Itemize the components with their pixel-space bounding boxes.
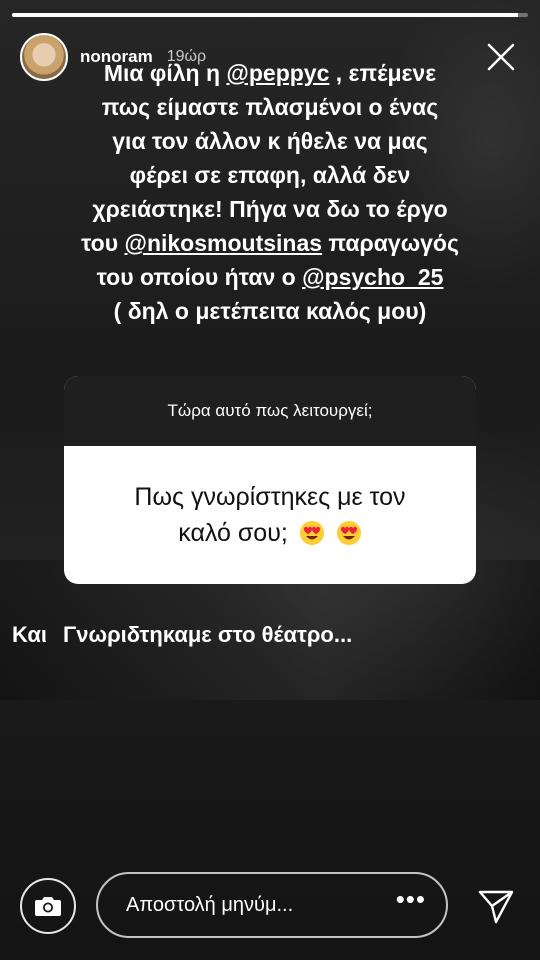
story-text-segment: ( δηλ ο μετέπειτα καλός μου) — [113, 298, 427, 324]
story-text-segment: παραγωγός — [322, 230, 459, 256]
story-text-line: φέρει σε επαφη, αλλά δεν — [20, 158, 520, 192]
story-text-segment: φέρει σε επαφη, αλλά δεν — [129, 162, 411, 188]
post-time: 19ώρ — [166, 48, 207, 65]
story-text-segment: του — [81, 230, 125, 256]
question-line-1: Πως γνωρίστηκες με τον — [134, 483, 406, 511]
answer-part-1: Και — [12, 622, 48, 647]
camera-icon[interactable] — [20, 878, 76, 934]
heart-eyes-emoji-icon — [336, 521, 361, 545]
story-text-line: του οποίου ήταν ο @psycho_25 — [20, 260, 520, 294]
mention-link[interactable]: @nikosmoutsinas — [125, 230, 323, 256]
reply-input[interactable]: Αποστολή μηνύμ... ••• — [96, 872, 448, 938]
story-text-line: για τον άλλον κ ήθελε να μας — [20, 124, 520, 158]
question-sticker-body: Πως γνωρίστηκες με τον καλό σου; — [64, 446, 476, 584]
heart-eyes-emoji-icon — [299, 521, 324, 545]
story-text-line: πως είμαστε πλασμένοι ο ένας — [20, 90, 520, 124]
question-line-2: καλό σου; — [178, 515, 361, 551]
story-progress-bar — [12, 13, 528, 17]
question-sticker[interactable]: Τώρα αυτό πως λειτουργεί; Πως γνωρίστηκε… — [64, 376, 476, 584]
username[interactable]: nonoram — [80, 47, 153, 67]
more-options-icon[interactable]: ••• — [396, 884, 426, 915]
reply-bar: Αποστολή μηνύμ... ••• — [0, 872, 540, 940]
story-text-segment: του οποίου ήταν ο — [96, 264, 303, 290]
story-header: nonoram 19ώρ — [20, 30, 520, 84]
story-text-line: χρειάστηκε! Πήγα να δω το έργο — [20, 192, 520, 226]
reply-placeholder: Αποστολή μηνύμ... — [126, 893, 294, 916]
send-icon[interactable] — [476, 886, 516, 926]
answer-text: Και Γνωριδτηκαμε στο θέατρο... — [12, 622, 520, 648]
question-sticker-title: Τώρα αυτό πως λειτουργεί; — [64, 376, 476, 446]
question-line-2-text: καλό σου; — [178, 519, 288, 547]
story-text-segment: πως είμαστε πλασμένοι ο ένας — [101, 94, 439, 120]
story-text-segment: για τον άλλον κ ήθελε να μας — [112, 128, 428, 154]
close-icon[interactable] — [482, 38, 520, 76]
story-text-line: ( δηλ ο μετέπειτα καλός μου) — [20, 294, 520, 328]
avatar[interactable] — [20, 33, 68, 81]
story-text: Μια φίλη η @peppyc , επέμενε πως είμαστε … — [20, 56, 520, 328]
story-progress-fill — [12, 13, 518, 17]
story-text-segment: χρειάστηκε! Πήγα να δω το έργο — [92, 196, 448, 222]
mention-link[interactable]: @psycho_25 — [302, 264, 443, 290]
story-text-line: του @nikosmoutsinas παραγωγός — [20, 226, 520, 260]
answer-part-2: Γνωριδτηκαμε στο θέατρο... — [63, 622, 353, 647]
